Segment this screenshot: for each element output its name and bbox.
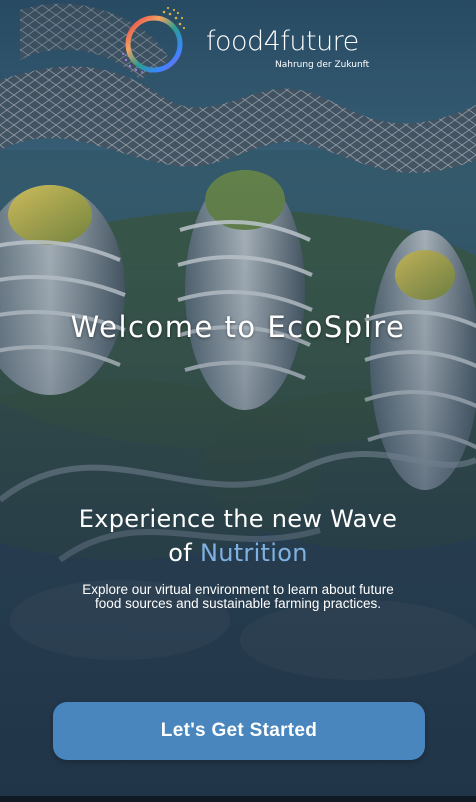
headline-line1: Experience the new Wave xyxy=(78,505,398,533)
background-dim-overlay xyxy=(0,0,476,802)
headline-line2-prefix: of xyxy=(168,539,200,567)
food4future-ring-logo-icon xyxy=(122,6,186,73)
headline: Experience the new Wave of Nutrition xyxy=(40,502,436,570)
onboarding-screen: food4future Nahrung der Zukunft Welcome … xyxy=(0,0,476,802)
brand-logo: food4future Nahrung der Zukunft xyxy=(118,4,378,76)
headline-accent-word: Nutrition xyxy=(199,539,308,567)
get-started-button[interactable]: Let's Get Started xyxy=(53,702,425,760)
logo-tagline: Nahrung der Zukunft xyxy=(275,60,370,70)
welcome-title: Welcome to EcoSpire xyxy=(70,310,406,344)
logo-wordmark: food4future xyxy=(206,26,359,57)
bottom-edge-bar xyxy=(0,796,476,802)
intro-description: Explore our virtual environment to learn… xyxy=(82,582,394,611)
